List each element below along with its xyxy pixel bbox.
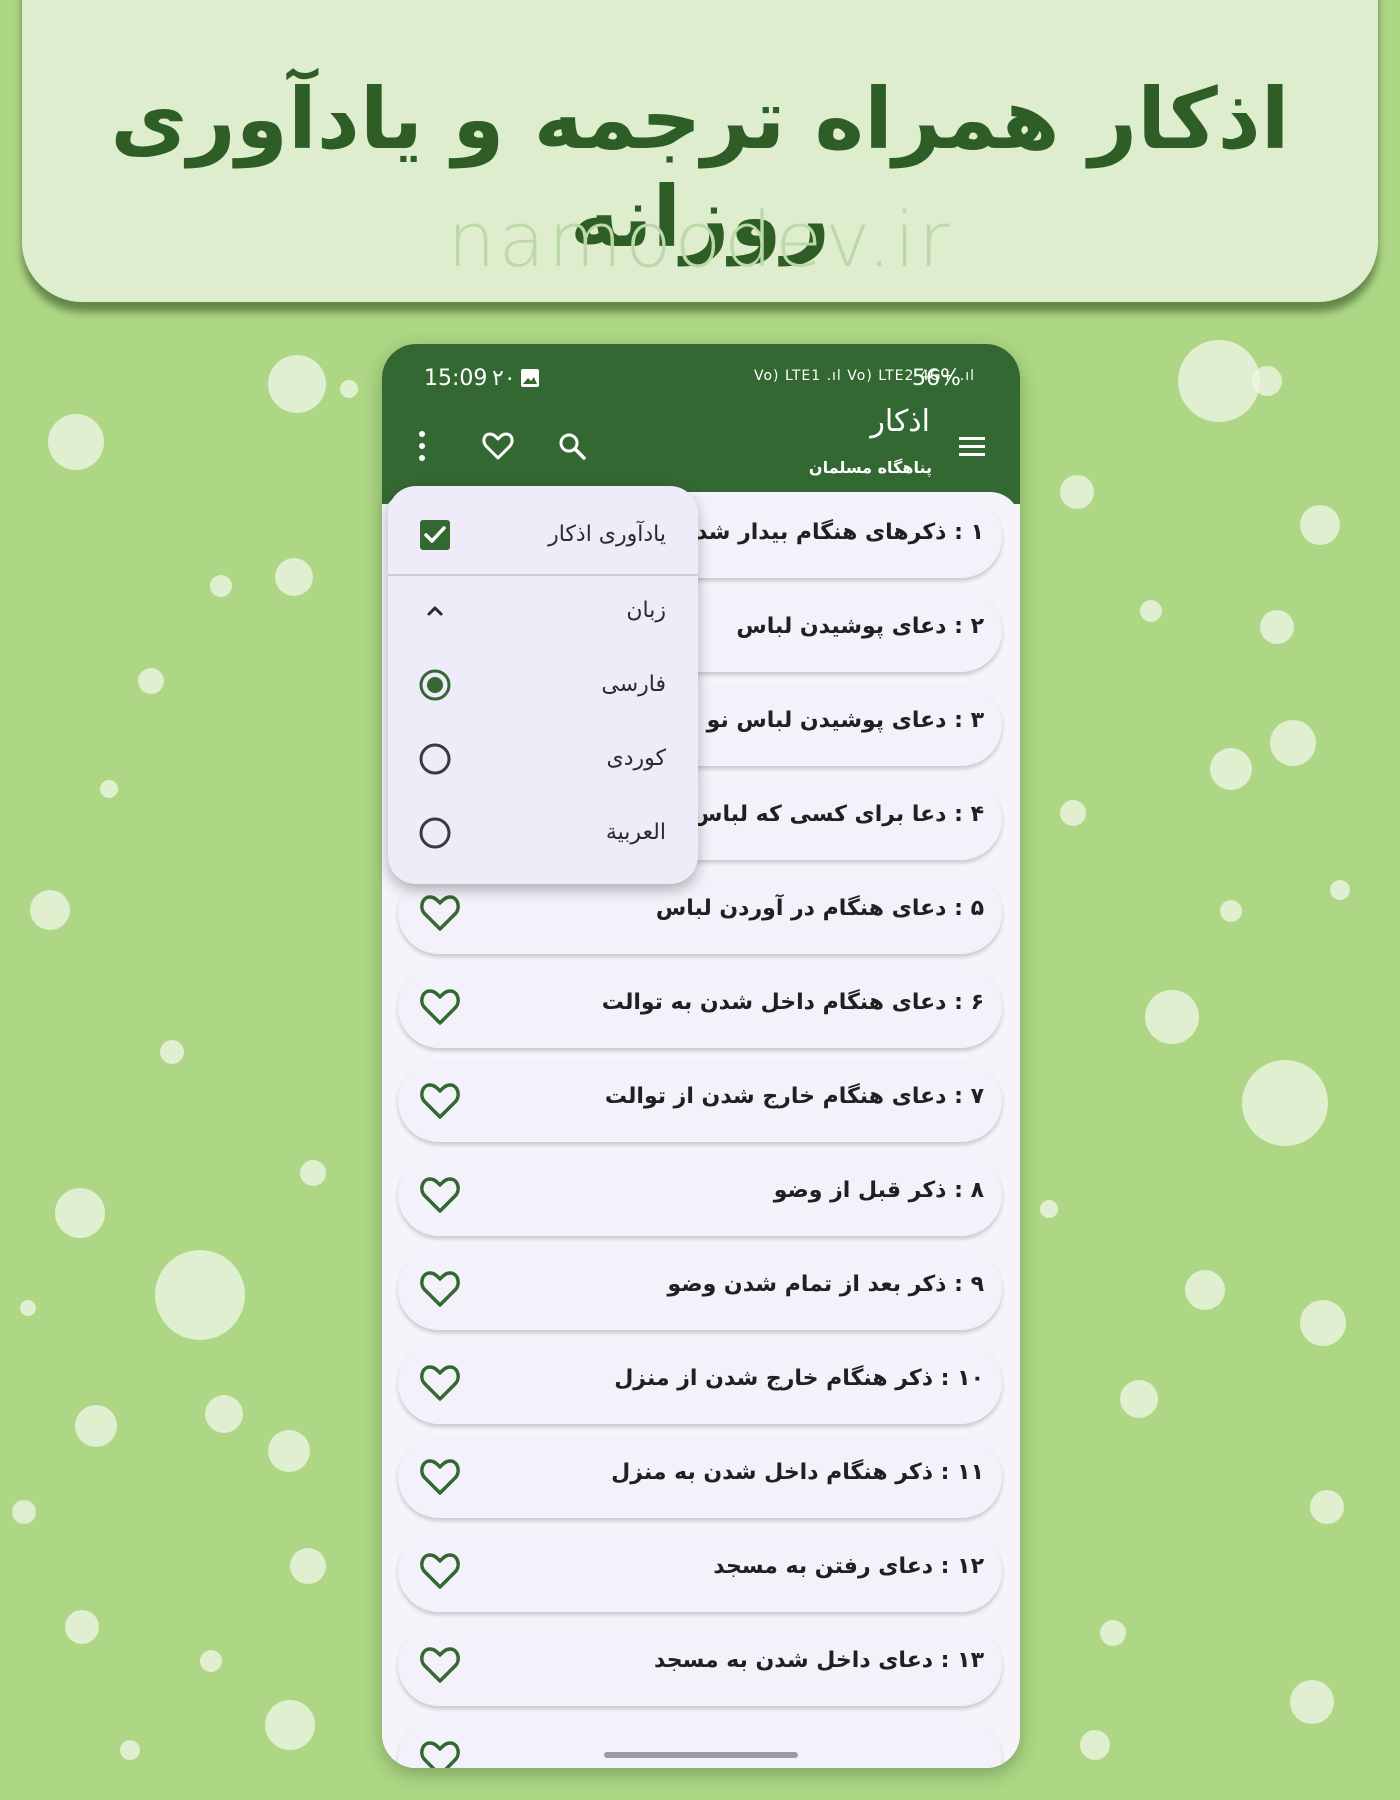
list-item[interactable]: ۱۳ : دعای داخل شدن به مسجد <box>398 1624 1002 1706</box>
app-title: اذکار <box>870 404 930 439</box>
list-item[interactable]: ۱۱ : ذکر هنگام داخل شدن به منزل <box>398 1436 1002 1518</box>
favorite-heart-icon[interactable] <box>418 892 462 934</box>
language-label: زبان <box>626 598 666 623</box>
list-item[interactable]: ۱۰ : ذکر هنگام خارج شدن از منزل <box>398 1342 1002 1424</box>
list-item-title: ۱ : ذکرهای هنگام بیدار شدن از <box>649 520 984 545</box>
list-item-title: ۱۱ : ذکر هنگام داخل شدن به منزل <box>611 1460 984 1485</box>
option-label: کوردی <box>606 746 666 771</box>
list-item[interactable]: ۸ : ذکر قبل از وضو <box>398 1154 1002 1236</box>
list-item-title: ۹ : ذکر بعد از تمام شدن وضو <box>667 1272 984 1297</box>
list-item[interactable]: ۷ : دعای هنگام خارج شدن از توالت <box>398 1060 1002 1142</box>
language-option-arabic[interactable]: العربية <box>388 796 698 870</box>
battery-level: 56% <box>912 366 961 391</box>
chevron-up-icon[interactable] <box>418 594 452 628</box>
list-item-title: ۷ : دعای هنگام خارج شدن از توالت <box>604 1084 984 1109</box>
list-item-title: ۱۲ : دعای رفتن به مسجد <box>713 1554 984 1579</box>
reminder-label: یادآوری اذکار <box>548 522 666 547</box>
overflow-menu: یادآوری اذکار زبان فارسی کوردی العربية <box>388 486 698 884</box>
status-date: ۲۰ <box>492 366 516 391</box>
radio-unselected[interactable] <box>418 742 452 776</box>
option-label: فارسی <box>601 672 666 697</box>
banner-url: namoodev.ir <box>447 195 953 284</box>
list-item-title: ۶ : دعای هنگام داخل شدن به توالت <box>601 990 984 1015</box>
home-indicator[interactable] <box>604 1752 798 1758</box>
search-icon[interactable] <box>554 428 590 464</box>
list-item-title: ۲ : دعای پوشیدن لباس <box>736 614 984 639</box>
list-item[interactable] <box>398 1718 1002 1768</box>
list-item[interactable]: ۶ : دعای هنگام داخل شدن به توالت <box>398 966 1002 1048</box>
language-option-kurdish[interactable]: کوردی <box>388 722 698 796</box>
favorite-heart-icon[interactable] <box>418 1738 462 1768</box>
favorite-heart-icon[interactable] <box>418 1550 462 1592</box>
app-subtitle: پناهگاه مسلمان <box>808 458 932 477</box>
heart-icon[interactable] <box>480 428 516 464</box>
list-item[interactable]: ۱۲ : دعای رفتن به مسجد <box>398 1530 1002 1612</box>
list-item[interactable]: ۵ : دعای هنگام در آوردن لباس <box>398 872 1002 954</box>
list-item-title: ۳ : دعای پوشیدن لباس نو <box>706 708 984 733</box>
favorite-heart-icon[interactable] <box>418 986 462 1028</box>
list-item-title: ۸ : ذکر قبل از وضو <box>773 1178 984 1203</box>
list-item-title: ۴ : دعا برای کسی که لباس نو <box>662 802 984 827</box>
gallery-icon <box>520 368 540 394</box>
option-label: العربية <box>605 820 666 845</box>
language-header[interactable]: زبان <box>388 574 698 648</box>
favorite-heart-icon[interactable] <box>418 1362 462 1404</box>
favorite-heart-icon[interactable] <box>418 1080 462 1122</box>
favorite-heart-icon[interactable] <box>418 1174 462 1216</box>
app-bar: 15:09 ۲۰ Vo) LTE1 .ıl Vo) LTE2 4G+ .ıl 5… <box>382 344 1020 504</box>
header-banner: اذکار همراه ترجمه و یادآوری روزانه namoo… <box>22 0 1378 302</box>
language-option-farsi[interactable]: فارسی <box>388 648 698 722</box>
radio-selected[interactable] <box>418 668 452 702</box>
reminder-checkbox[interactable] <box>418 518 452 552</box>
list-item[interactable]: ۹ : ذکر بعد از تمام شدن وضو <box>398 1248 1002 1330</box>
favorite-heart-icon[interactable] <box>418 1268 462 1310</box>
favorite-heart-icon[interactable] <box>418 1644 462 1686</box>
radio-unselected[interactable] <box>418 816 452 850</box>
reminder-menu-item[interactable]: یادآوری اذکار <box>388 498 698 572</box>
status-bar: 15:09 ۲۰ Vo) LTE1 .ıl Vo) LTE2 4G+ .ıl 5… <box>382 362 1020 398</box>
list-item-title: ۱۰ : ذکر هنگام خارج شدن از منزل <box>614 1366 984 1391</box>
status-time: 15:09 <box>424 366 488 391</box>
list-item-title: ۵ : دعای هنگام در آوردن لباس <box>655 896 984 921</box>
more-vert-icon[interactable] <box>404 428 440 464</box>
favorite-heart-icon[interactable] <box>418 1456 462 1498</box>
list-item-title: ۱۳ : دعای داخل شدن به مسجد <box>654 1648 984 1673</box>
menu-icon[interactable] <box>954 428 990 464</box>
